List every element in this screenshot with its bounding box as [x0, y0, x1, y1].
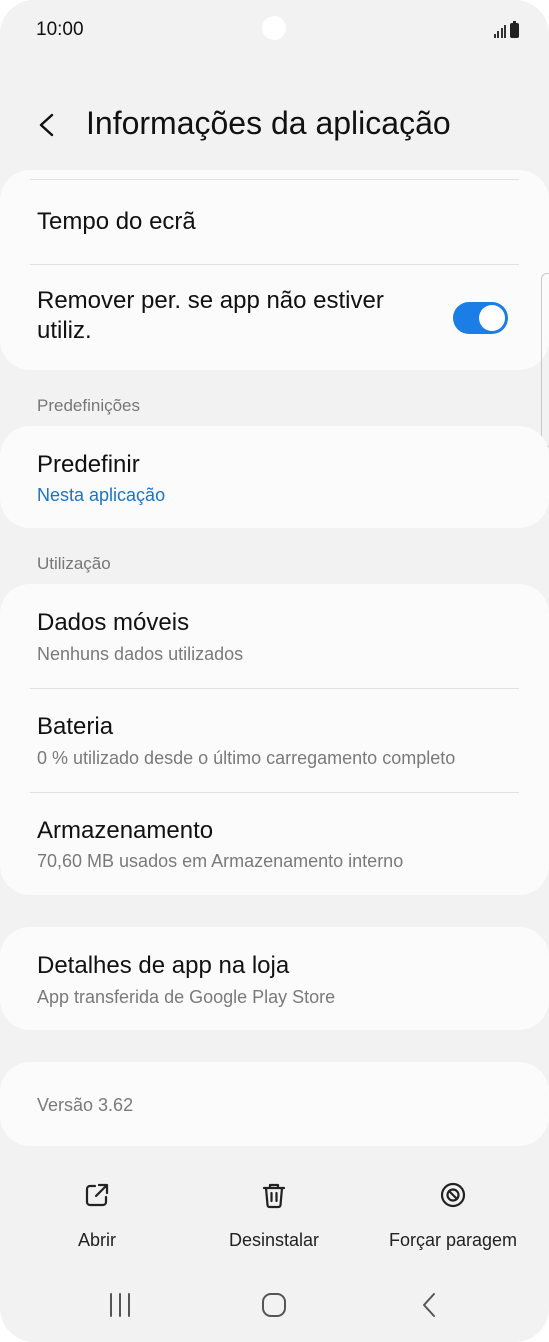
store-details-card: Detalhes de app na loja App transferida … [0, 927, 549, 1030]
camera-cutout [262, 16, 286, 40]
page-title: Informações da aplicação [86, 105, 451, 141]
remove-permissions-toggle[interactable] [453, 302, 508, 334]
system-nav-bar [0, 1280, 549, 1330]
nav-back-icon [423, 1293, 435, 1317]
recents-button[interactable] [100, 1290, 140, 1320]
recents-icon [110, 1293, 130, 1317]
battery-subtitle: 0 % utilizado desde o último carregament… [37, 748, 456, 768]
open-external-icon [85, 1183, 109, 1207]
defaults-title: Predefinir [37, 451, 140, 478]
mobile-data-subtitle: Nenhuns dados utilizados [37, 644, 244, 664]
bottom-action-bar: Abrir Desinstalar Forçar paragem [0, 1180, 549, 1260]
back-arrow-icon [39, 113, 54, 137]
storage-title: Armazenamento [37, 817, 214, 844]
store-details-title: Detalhes de app na loja [37, 952, 290, 979]
open-label: Abrir [77, 1230, 116, 1250]
screen-time-title: Tempo do ecrã [37, 208, 196, 235]
remove-permissions-line2: utiliz. [37, 317, 92, 344]
section-label-usage: Utilização [37, 554, 111, 573]
nav-back-button[interactable] [410, 1290, 450, 1320]
force-stop-label: Forçar paragem [388, 1230, 518, 1250]
version-card: Versão 3.62 [0, 1062, 549, 1146]
back-button[interactable] [28, 103, 68, 147]
permissions-card: Tempo do ecrã Remover per. se app não es… [0, 170, 549, 370]
app-bar: Informações da aplicação [0, 95, 549, 155]
status-bar: 10:00 [0, 0, 549, 60]
toggle-knob [479, 305, 505, 331]
status-time: 10:00 [36, 19, 84, 40]
home-button[interactable] [254, 1290, 294, 1320]
store-details-subtitle: App transferida de Google Play Store [37, 987, 336, 1007]
version-text: Versão 3.62 [37, 1095, 134, 1115]
battery-item[interactable]: Bateria 0 % utilizado desde o último car… [0, 689, 549, 792]
defaults-card: Predefinir Nesta aplicação [0, 426, 549, 528]
usage-card: Dados móveis Nenhuns dados utilizados Ba… [0, 584, 549, 895]
uninstall-button[interactable]: Desinstalar [214, 1180, 334, 1251]
defaults-item[interactable]: Predefinir Nesta aplicação [0, 426, 549, 528]
storage-item[interactable]: Armazenamento 70,60 MB usados em Armazen… [0, 793, 549, 895]
remove-permissions-title: Remover per. se app não estiver utiliz. [37, 286, 437, 346]
signal-icon [493, 24, 506, 38]
storage-subtitle: 70,60 MB usados em Armazenamento interno [37, 851, 404, 871]
screen-time-item[interactable]: Tempo do ecrã [0, 180, 549, 264]
status-icons [493, 20, 519, 38]
mobile-data-item[interactable]: Dados móveis Nenhuns dados utilizados [0, 584, 549, 688]
defaults-subtitle: Nesta aplicação [37, 485, 166, 505]
trash-icon [262, 1183, 286, 1209]
battery-icon [510, 21, 519, 38]
store-details-item[interactable]: Detalhes de app na loja App transferida … [0, 927, 549, 1030]
phone-screen: 10:00 Informações da aplicação Tempo do … [0, 0, 549, 1342]
mobile-data-title: Dados móveis [37, 609, 190, 636]
scrollbar[interactable] [541, 273, 549, 447]
home-icon [262, 1293, 286, 1317]
force-stop-button[interactable]: Forçar paragem [382, 1180, 524, 1251]
section-label-defaults: Predefinições [37, 396, 141, 415]
force-stop-icon [440, 1182, 466, 1208]
open-button[interactable]: Abrir [52, 1180, 142, 1251]
remove-permissions-line1: Remover per. se app não estiver [37, 287, 384, 314]
uninstall-label: Desinstalar [228, 1230, 320, 1250]
battery-title: Bateria [37, 713, 114, 740]
